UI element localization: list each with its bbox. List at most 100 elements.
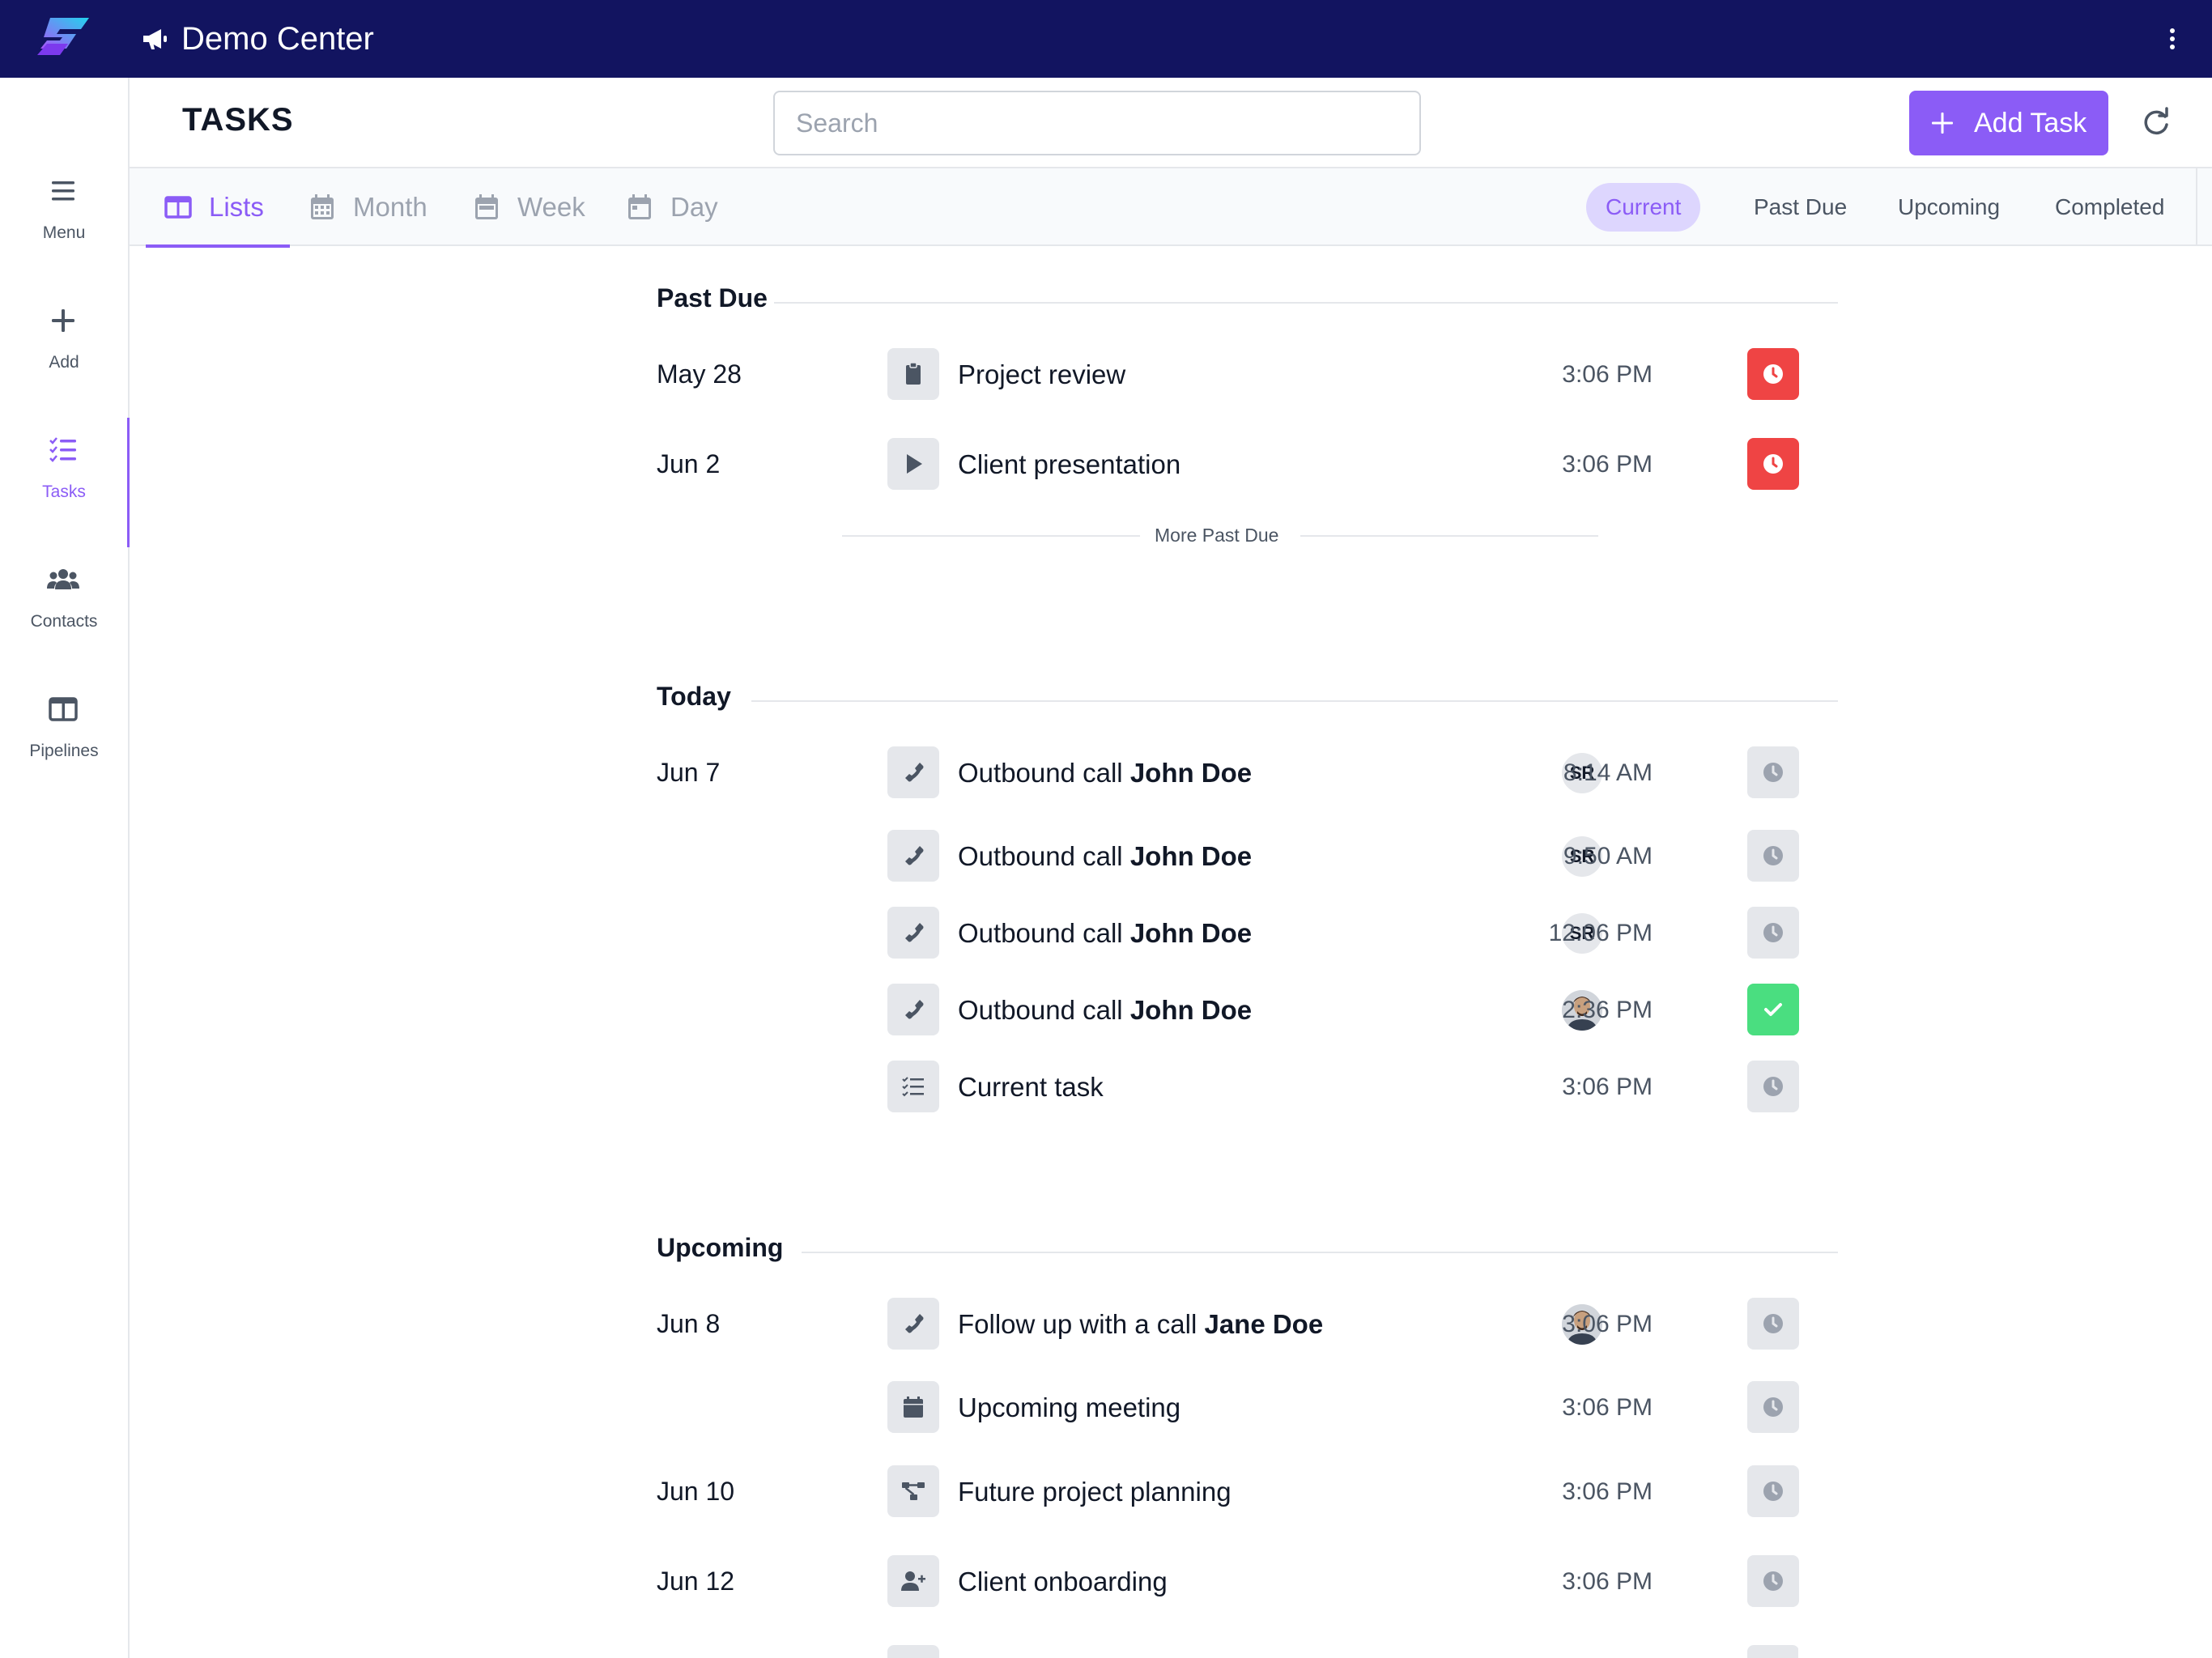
sidebar-item-label: Add xyxy=(49,353,79,372)
status-pending-button[interactable] xyxy=(1747,1465,1799,1517)
tab-month[interactable]: Month xyxy=(308,168,428,246)
task-row[interactable]: May 28 Project review 3:06 PM xyxy=(657,348,1799,400)
status-pending-button[interactable] xyxy=(1747,1298,1799,1350)
filter-upcoming[interactable]: Upcoming xyxy=(1878,183,2019,232)
task-row[interactable]: Current task 3:06 PM xyxy=(657,1061,1799,1112)
tab-label: Lists xyxy=(209,192,264,222)
status-pending-button[interactable] xyxy=(1747,1645,1798,1658)
task-time: 3:06 PM xyxy=(1562,1478,1653,1505)
sidebar-item-label: Contacts xyxy=(30,612,98,631)
page-title: TASKS xyxy=(182,102,294,138)
diagram-icon xyxy=(902,1482,925,1500)
view-tab-bar: Lists Month Week Day Current Past Due Up… xyxy=(130,167,2212,248)
contact-name[interactable]: Jane Doe xyxy=(1204,1309,1323,1339)
task-title: Follow up with a call Jane Doe xyxy=(958,1309,1324,1339)
task-type-badge xyxy=(887,1465,939,1517)
search-input[interactable] xyxy=(773,91,1421,155)
task-row[interactable]: Jun 10 Future project planning 3:06 PM xyxy=(657,1465,1799,1517)
task-type-badge xyxy=(887,984,939,1035)
section-divider xyxy=(751,700,1838,702)
phone-icon xyxy=(905,1314,924,1333)
task-type-badge xyxy=(887,348,939,400)
task-title: Outbound call John Doe xyxy=(958,918,1253,948)
checklist-icon xyxy=(902,1077,924,1097)
contact-name[interactable]: John Doe xyxy=(1130,995,1252,1025)
task-row[interactable]: Upcoming meeting 3:06 PM xyxy=(657,1381,1799,1433)
divider xyxy=(1300,535,1598,537)
task-row-partial[interactable] xyxy=(657,1645,1798,1658)
clock-icon xyxy=(1763,1397,1783,1417)
contact-name[interactable]: John Doe xyxy=(1130,841,1252,871)
task-type-badge xyxy=(887,907,939,959)
task-title: Client presentation xyxy=(958,449,1181,479)
task-title: Upcoming meeting xyxy=(958,1392,1181,1422)
status-pending-button[interactable] xyxy=(1747,746,1799,798)
calendar-month-icon xyxy=(311,194,334,219)
tab-week[interactable]: Week xyxy=(472,168,585,246)
add-task-label: Add Task xyxy=(1974,107,2087,138)
clipboard-icon xyxy=(906,362,921,385)
task-row[interactable]: Jun 7 Outbound call John Doe SR 8:14 AM xyxy=(657,746,1799,798)
filter-past-due[interactable]: Past Due xyxy=(1734,183,1866,232)
tasks-icon xyxy=(49,437,76,462)
status-done-button[interactable] xyxy=(1747,984,1799,1035)
more-past-due-link[interactable]: More Past Due xyxy=(1155,525,1278,546)
clock-icon xyxy=(1763,454,1783,474)
status-pending-button[interactable] xyxy=(1747,1381,1799,1433)
status-pending-button[interactable] xyxy=(1747,907,1799,959)
section-divider xyxy=(774,302,1838,304)
app-logo-icon[interactable] xyxy=(36,16,92,60)
task-row[interactable]: Jun 8 Follow up with a call Jane Doe 3:0… xyxy=(657,1298,1799,1350)
task-title: Outbound call John Doe xyxy=(958,758,1253,788)
filter-current[interactable]: Current xyxy=(1586,183,1701,232)
task-type-badge xyxy=(887,1061,939,1112)
calendar-icon xyxy=(904,1397,923,1418)
task-time: 3:06 PM xyxy=(1562,451,1653,478)
task-date: May 28 xyxy=(657,359,742,389)
status-pending-button[interactable] xyxy=(1747,1555,1799,1607)
megaphone-icon xyxy=(143,29,167,49)
app-title: Demo Center xyxy=(181,21,374,57)
tab-lists[interactable]: Lists xyxy=(146,168,290,248)
sidebar-item-contacts[interactable]: Contacts xyxy=(0,531,128,636)
calendar-day-icon xyxy=(628,194,651,219)
task-row[interactable]: Jun 2 Client presentation 3:06 PM xyxy=(657,438,1799,490)
task-date: Jun 7 xyxy=(657,758,721,787)
phone-icon xyxy=(905,763,924,782)
task-title: Current task xyxy=(958,1072,1104,1102)
calendar-week-icon xyxy=(475,194,498,219)
plus-icon xyxy=(1932,113,1953,134)
task-date: Jun 12 xyxy=(657,1567,735,1596)
tab-day[interactable]: Day xyxy=(625,168,718,246)
status-pending-button[interactable] xyxy=(1747,1061,1799,1112)
contact-name[interactable]: John Doe xyxy=(1130,918,1252,948)
status-overdue-button[interactable] xyxy=(1747,438,1799,490)
task-row[interactable]: Outbound call John Doe SR 9:50 AM xyxy=(657,830,1799,882)
task-row[interactable]: Outbound call John Doe 2:36 PM xyxy=(657,984,1799,1035)
sidebar-item-tasks[interactable]: Tasks xyxy=(0,402,130,547)
clock-icon xyxy=(1763,364,1783,384)
more-options-icon[interactable] xyxy=(2160,23,2184,55)
refresh-icon[interactable] xyxy=(2141,107,2172,138)
task-row[interactable]: Jun 12 Client onboarding 3:06 PM xyxy=(657,1555,1799,1607)
task-date: Jun 8 xyxy=(657,1309,721,1338)
sidebar: Menu Add Tasks Contacts Pipelines xyxy=(0,78,130,1658)
sidebar-item-add[interactable]: Add xyxy=(0,272,128,377)
clock-icon xyxy=(1763,846,1783,865)
sidebar-item-menu[interactable]: Menu xyxy=(0,142,128,248)
columns-icon xyxy=(164,196,192,219)
task-row[interactable]: Outbound call John Doe SR 12:06 PM xyxy=(657,907,1799,959)
add-task-button[interactable]: Add Task xyxy=(1909,91,2108,155)
status-pending-button[interactable] xyxy=(1747,830,1799,882)
filter-completed[interactable]: Completed xyxy=(2035,183,2184,232)
contact-name[interactable]: John Doe xyxy=(1130,758,1252,788)
sidebar-item-label: Menu xyxy=(42,223,86,242)
phone-icon xyxy=(905,1000,924,1019)
section-title-past-due: Past Due xyxy=(657,283,768,312)
check-icon xyxy=(1764,1003,1782,1016)
tab-label: Month xyxy=(353,192,428,222)
task-time: 12:06 PM xyxy=(1548,920,1653,946)
status-overdue-button[interactable] xyxy=(1747,348,1799,400)
sidebar-item-pipelines[interactable]: Pipelines xyxy=(0,661,128,766)
task-title: Future project planning xyxy=(958,1477,1231,1507)
